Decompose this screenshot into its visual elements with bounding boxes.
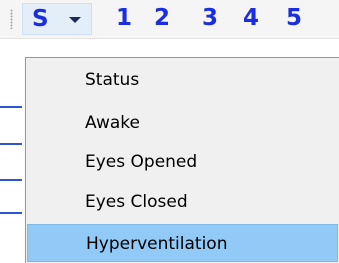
toolbar-button-3[interactable]: 3 [202, 5, 218, 31]
app-window: S 1 2 3 4 5 Status Awake Eyes Opened Eye… [0, 0, 339, 263]
toolbar-button-4[interactable]: 4 [243, 5, 259, 31]
annotation-dropdown-button[interactable]: S [22, 3, 92, 35]
dropdown-label: S [32, 6, 49, 32]
menu-item-eyes-closed[interactable]: Eyes Closed [27, 184, 338, 220]
menu-item-status[interactable]: Status [27, 62, 338, 98]
background-tick-mark [0, 179, 22, 181]
dropdown-menu: Status Awake Eyes Opened Eyes Closed Hyp… [25, 57, 339, 263]
toolbar-button-2[interactable]: 2 [154, 5, 170, 31]
chevron-down-icon [69, 17, 81, 23]
toolbar-grip-handle[interactable] [10, 9, 13, 29]
menu-item-awake[interactable]: Awake [27, 105, 338, 141]
background-tick-mark [0, 143, 22, 145]
toolbar-button-5[interactable]: 5 [286, 5, 302, 31]
background-tick-mark [0, 106, 22, 108]
menu-item-hyperventilation[interactable]: Hyperventilation [27, 224, 338, 262]
background-tick-mark [0, 212, 22, 214]
toolbar: S 1 2 3 4 5 [0, 0, 339, 39]
menu-item-eyes-opened[interactable]: Eyes Opened [27, 144, 338, 180]
toolbar-button-1[interactable]: 1 [116, 5, 132, 31]
